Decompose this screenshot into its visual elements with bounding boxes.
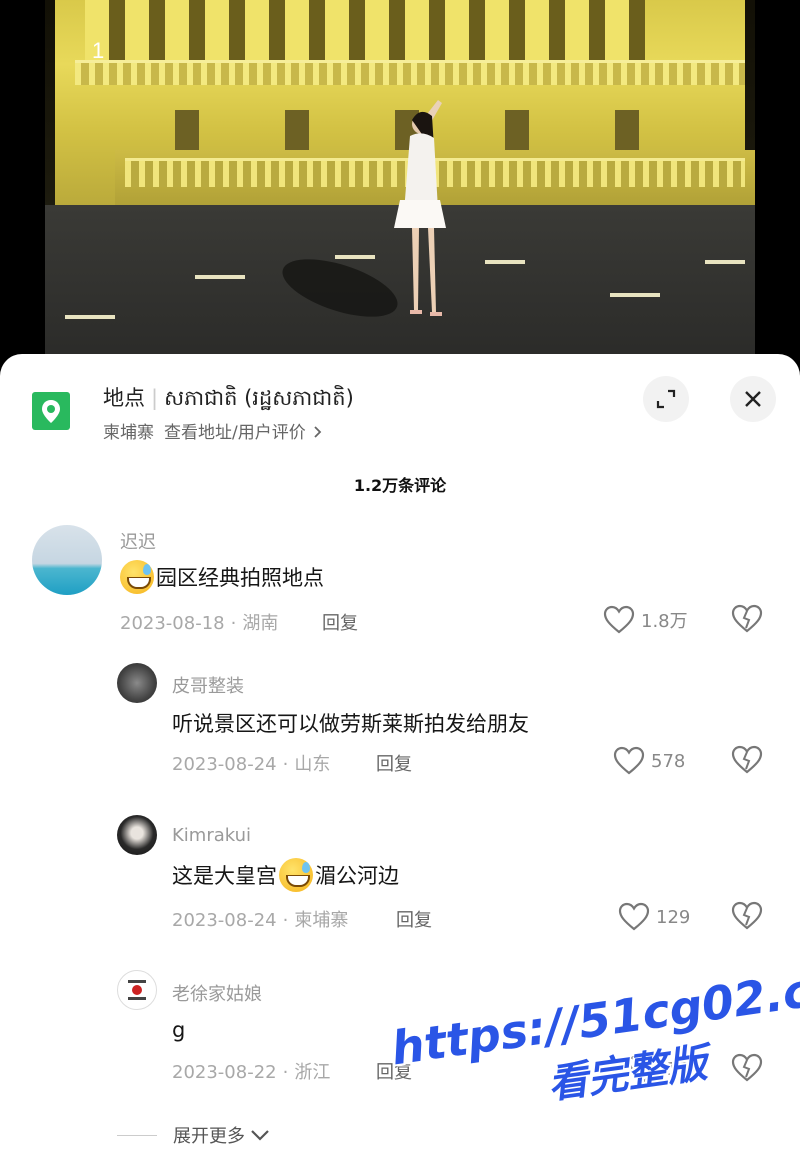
expand-more-label: 展开更多 bbox=[173, 1126, 245, 1147]
person-figure bbox=[394, 100, 446, 316]
video-player[interactable]: 1 bbox=[0, 0, 800, 372]
comment-text: g bbox=[172, 1018, 186, 1042]
heart-icon bbox=[618, 902, 650, 931]
dislike-button[interactable] bbox=[731, 901, 763, 935]
chevron-down-icon bbox=[251, 1130, 269, 1141]
comment-date: 2023-08-24 bbox=[172, 754, 277, 775]
chevron-right-icon bbox=[314, 426, 322, 438]
location-country: 柬埔寨 bbox=[103, 423, 154, 443]
like-count: 578 bbox=[651, 750, 686, 772]
dislike-button[interactable] bbox=[731, 604, 763, 638]
comment-text: 听说景区还可以做劳斯莱斯拍发给朋友 bbox=[172, 712, 529, 736]
comment-username[interactable]: Kimrakui bbox=[172, 825, 251, 846]
comment-meta: 2023-08-24 · 柬埔寨 bbox=[172, 910, 349, 931]
comment-date: 2023-08-18 bbox=[120, 613, 225, 634]
map-pin-icon[interactable] bbox=[32, 392, 70, 430]
comment-text: 这是大皇宫 湄公河边 bbox=[172, 858, 399, 892]
comment-username[interactable]: 皮哥整装 bbox=[172, 672, 244, 698]
comment-region: 山东 bbox=[294, 754, 331, 775]
like-button[interactable]: 1.8万 bbox=[603, 605, 688, 635]
sweat-smile-emoji-icon bbox=[279, 858, 313, 892]
avatar[interactable] bbox=[117, 970, 157, 1010]
heart-icon bbox=[613, 746, 645, 775]
comment-meta: 2023-08-22 · 浙江 bbox=[172, 1062, 331, 1083]
divider bbox=[117, 1134, 157, 1136]
location-subtitle[interactable]: 柬埔寨 查看地址/用户评价 bbox=[103, 418, 323, 443]
comment-meta: 2023-08-18 · 湖南 bbox=[120, 613, 279, 634]
avatar[interactable] bbox=[117, 663, 157, 703]
close-icon bbox=[745, 391, 761, 407]
location-link[interactable]: 查看地址/用户评价 bbox=[164, 423, 306, 443]
comment-date: 2023-08-24 bbox=[172, 910, 277, 931]
like-button[interactable]: 578 bbox=[613, 746, 685, 776]
comment-text-body: 园区经典拍照地点 bbox=[156, 566, 324, 590]
location-label: 地点 bbox=[103, 386, 145, 410]
comment-region: 浙江 bbox=[294, 1062, 331, 1083]
dislike-button[interactable] bbox=[731, 745, 763, 779]
reply-button[interactable]: 回复 bbox=[396, 906, 432, 932]
comment-region: 柬埔寨 bbox=[294, 910, 349, 931]
heart-icon bbox=[603, 605, 635, 634]
comment-username[interactable]: 迟迟 bbox=[120, 528, 156, 554]
broken-heart-icon bbox=[731, 604, 763, 633]
reply-button[interactable]: 回复 bbox=[376, 750, 412, 776]
video-frame bbox=[45, 0, 755, 372]
broken-heart-icon bbox=[731, 745, 763, 774]
like-count: 129 bbox=[656, 906, 691, 928]
comment-text: 园区经典拍照地点 bbox=[118, 560, 324, 594]
comment-date: 2023-08-22 bbox=[172, 1062, 277, 1083]
expand-more-button[interactable]: 展开更多 bbox=[117, 1122, 271, 1148]
expand-icon bbox=[656, 389, 676, 409]
sweat-smile-emoji-icon bbox=[120, 560, 154, 594]
broken-heart-icon bbox=[731, 901, 763, 930]
comment-meta: 2023-08-24 · 山东 bbox=[172, 754, 331, 775]
seal-logo-icon bbox=[128, 980, 146, 1000]
close-button[interactable] bbox=[730, 376, 776, 422]
expand-button[interactable] bbox=[643, 376, 689, 422]
like-button[interactable]: 129 bbox=[618, 902, 690, 932]
location-name: សភាជាតិ (រដ្ឋសភាជាតិ) bbox=[164, 386, 354, 410]
comment-text-body: 这是大皇宫 bbox=[172, 864, 277, 888]
like-count: 1.8万 bbox=[641, 611, 688, 632]
location-title[interactable]: 地点 | សភាជាតិ (រដ្ឋសភាជាតិ) bbox=[103, 382, 354, 416]
reply-button[interactable]: 回复 bbox=[322, 609, 358, 635]
comment-text-body: 湄公河边 bbox=[315, 864, 399, 888]
comment-region: 湖南 bbox=[242, 613, 279, 634]
avatar[interactable] bbox=[117, 815, 157, 855]
comment-count: 1.2万条评论 bbox=[353, 476, 447, 495]
comment-username[interactable]: 老徐家姑娘 bbox=[172, 980, 262, 1006]
video-overlay-text: 1 bbox=[92, 38, 105, 63]
avatar[interactable] bbox=[32, 525, 102, 595]
